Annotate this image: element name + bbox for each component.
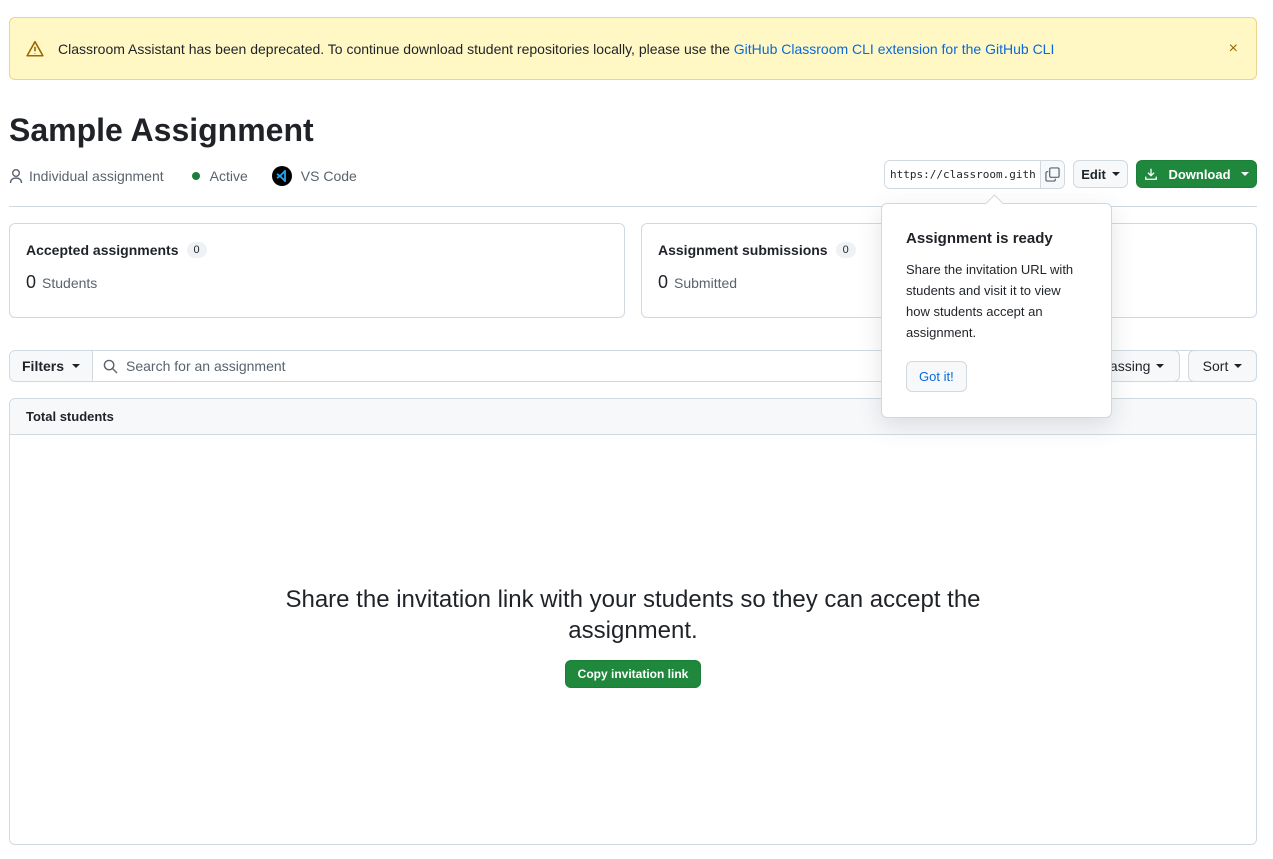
accepted-assignments-card: Accepted assignments 0 0 Students [9,223,625,318]
assignment-meta: Individual assignment Active VS Code [9,166,357,186]
card-unit: Submitted [674,275,738,291]
popover-body: Share the invitation URL with students a… [906,262,1074,340]
cli-extension-link[interactable]: GitHub Classroom CLI extension for the G… [734,41,1055,57]
assignment-type: Individual assignment [29,168,164,184]
filters-label: Filters [22,358,65,374]
empty-state-title: Share the invitation link with your stud… [285,586,981,644]
download-label: Download [1168,166,1231,182]
card-unit: Students [42,275,98,291]
assignment-ready-popover: Assignment is ready Share the invitation… [881,203,1112,418]
sort-label: Sort [1202,358,1229,374]
warning-icon [26,40,44,57]
copy-invitation-link-button[interactable]: Copy invitation link [564,660,702,688]
editor-name: VS Code [300,168,357,184]
search-icon [103,359,118,374]
count-badge: 0 [835,242,856,258]
assignment-status: Active [209,168,248,184]
card-value: 0 [658,272,669,292]
search-placeholder: Search for an assignment [126,358,286,374]
page-title: Sample Assignment [9,112,314,148]
card-title: Assignment submissions [658,242,828,258]
close-icon[interactable]: × [1229,40,1238,58]
person-icon [9,169,23,184]
chevron-down-icon [1111,172,1120,176]
card-value: 0 [26,272,37,292]
empty-state: Share the invitation link with your stud… [10,584,1256,688]
invitation-url-input[interactable] [885,161,1040,188]
banner-text: Classroom Assistant has been deprecated.… [58,40,1055,57]
vscode-icon [271,166,292,186]
sort-dropdown[interactable]: Sort [1188,350,1257,382]
copy-icon[interactable] [1040,161,1064,188]
students-table: Total students Share the invitation link… [9,398,1257,845]
active-status-dot-icon [191,172,200,180]
download-icon [1145,168,1158,180]
edit-button[interactable]: Edit [1073,160,1128,188]
chevron-down-icon [1156,364,1165,368]
got-it-button[interactable]: Got it! [906,361,967,392]
popover-title: Assignment is ready [906,230,1053,247]
download-button[interactable]: Download [1136,160,1257,188]
chevron-down-icon [72,364,81,368]
count-badge: 0 [186,242,207,258]
filters-button[interactable]: Filters [10,351,94,381]
edit-label: Edit [1081,166,1106,182]
chevron-down-icon [1240,172,1249,176]
invitation-url-field [884,160,1065,189]
chevron-down-icon [1234,364,1243,368]
search-input[interactable]: Search for an assignment [93,358,286,374]
card-title: Accepted assignments [26,242,179,258]
deprecation-banner: Classroom Assistant has been deprecated.… [9,17,1257,80]
